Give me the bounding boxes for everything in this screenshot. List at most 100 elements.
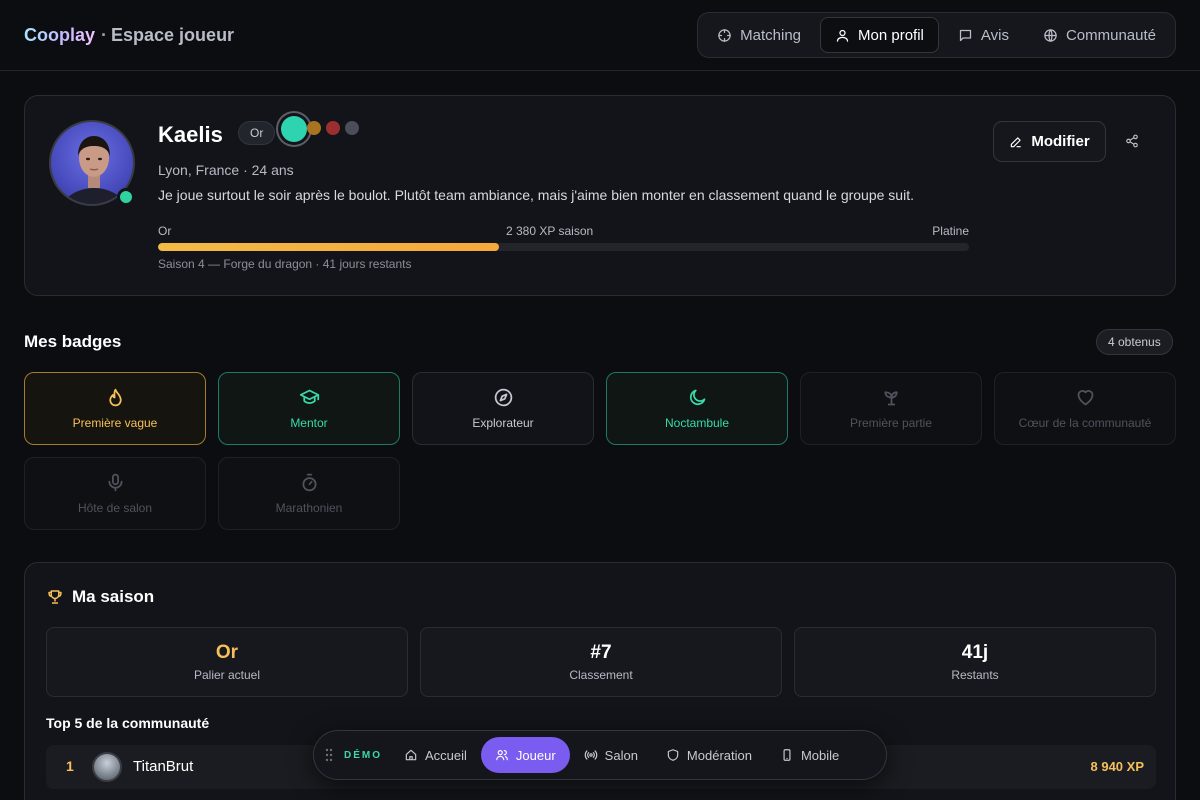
nav-avis[interactable]: Avis (943, 17, 1024, 53)
stat-card-rank: #7 Classement (420, 627, 782, 697)
leader-rank: 1 (66, 758, 74, 774)
badge-label: Explorateur (472, 416, 534, 430)
stopwatch-icon (299, 472, 320, 493)
microphone-icon (105, 472, 126, 493)
badges-count: 4 obtenus (1096, 329, 1173, 355)
users-icon (495, 748, 509, 762)
share-button[interactable] (1122, 131, 1142, 151)
moon-icon (687, 387, 708, 408)
nav-matching[interactable]: Matching (702, 17, 816, 53)
broadcast-icon (584, 748, 598, 762)
stat-card-tier: Or Palier actuel (46, 627, 408, 697)
color-swatch-bronze[interactable] (307, 121, 321, 135)
dock-item-label: Accueil (425, 747, 467, 763)
nav-communaute-label: Communauté (1065, 26, 1156, 44)
xp-labels: Or 2 380 XP saison Platine (158, 224, 969, 240)
dock-item-label: Mobile (800, 747, 840, 763)
badge-label: Hôte de salon (77, 501, 153, 515)
badge-premiere-partie[interactable]: Première partie (800, 372, 982, 445)
nav-mon-profil-label: Mon profil (858, 26, 924, 44)
badge-marathonien[interactable]: Marathonien (218, 457, 400, 530)
xp-progress-fill (158, 243, 499, 251)
profile-bio: Je joue surtout le soir après le boulot.… (158, 187, 914, 203)
stat-value: #7 (590, 642, 612, 663)
badge-label: Première vague (72, 416, 158, 430)
stat-label: Classement (569, 668, 633, 682)
profile-name: Kaelis (158, 122, 223, 147)
xp-amount: 2 380 XP saison (506, 224, 594, 238)
leader-xp: 8 940 XP (1090, 759, 1145, 774)
badges-title: Mes badges (24, 332, 122, 351)
demo-dock: DÉMO Accueil Joueur Salon Modération Mob… (313, 730, 887, 780)
season-title: Ma saison (46, 587, 154, 607)
badge-explorateur[interactable]: Explorateur (412, 372, 594, 445)
heart-icon (1075, 387, 1096, 408)
stat-value: 41j (961, 642, 989, 663)
flame-icon (105, 387, 126, 408)
app-header: Cooplay · Espace joueur Matching Mon pro… (0, 0, 1200, 71)
badge-hote-salon[interactable]: Hôte de salon (24, 457, 206, 530)
trophy-icon (46, 588, 64, 606)
dock-item-salon[interactable]: Salon (570, 737, 652, 773)
compass-icon (493, 387, 514, 408)
xp-progress-bar (158, 243, 969, 251)
dock-item-label: Salon (604, 747, 638, 763)
pencil-icon (1009, 135, 1023, 149)
drag-handle-icon[interactable] (324, 748, 334, 762)
nav-mon-profil[interactable]: Mon profil (820, 17, 939, 53)
stat-label: Restants (951, 668, 999, 682)
brand[interactable]: Cooplay · Espace joueur (24, 25, 234, 46)
color-swatch-slate[interactable] (345, 121, 359, 135)
badge-mentor[interactable]: Mentor (218, 372, 400, 445)
brand-subtitle: Espace joueur (111, 24, 235, 45)
nav-matching-label: Matching (740, 26, 802, 44)
nav-communaute[interactable]: Communauté (1028, 17, 1171, 53)
badge-noctambule[interactable]: Noctambule (606, 372, 788, 445)
season-title-label: Ma saison (72, 587, 155, 606)
dock-item-mobile[interactable]: Mobile (766, 737, 853, 773)
badge-premiere-vague[interactable]: Première vague (24, 372, 206, 445)
badge-coeur-communaute[interactable]: Cœur de la communauté (994, 372, 1176, 445)
dock-item-accueil[interactable]: Accueil (390, 737, 481, 773)
nav-avis-label: Avis (980, 26, 1009, 44)
dock-label: DÉMO (344, 749, 382, 761)
shield-icon (666, 748, 680, 762)
color-swatch-red[interactable] (326, 121, 340, 135)
color-swatch-teal[interactable] (281, 116, 307, 142)
stat-card-remaining: 41j Restants (794, 627, 1156, 697)
graduation-cap-icon (299, 387, 320, 408)
globe-icon (1043, 28, 1058, 43)
sprout-icon (881, 387, 902, 408)
badge-label: Marathonien (275, 501, 343, 515)
tier-badge: Or (238, 121, 276, 145)
badge-label: Mentor (290, 416, 328, 430)
top5-title: Top 5 de la communauté (46, 715, 210, 731)
dock-item-moderation[interactable]: Modération (652, 737, 766, 773)
stat-label: Palier actuel (193, 668, 261, 682)
edit-profile-button[interactable]: Modifier (993, 121, 1106, 162)
dock-item-joueur[interactable]: Joueur (480, 737, 570, 773)
top-nav: Matching Mon profil Avis Communauté (697, 12, 1176, 58)
badge-label: Cœur de la communauté (1018, 416, 1152, 430)
stat-value: Or (215, 642, 239, 663)
crosshair-icon (717, 28, 732, 43)
smartphone-icon (780, 748, 794, 762)
xp-next-tier: Platine (932, 224, 969, 238)
profile-card: Kaelis Or Lyon, France · 24 ans Je joue … (24, 95, 1176, 296)
badge-label: Noctambule (664, 416, 730, 430)
edit-profile-label: Modifier (1031, 133, 1090, 150)
home-icon (404, 748, 418, 762)
xp-current-tier: Or (158, 224, 172, 238)
profile-location: Lyon, France · 24 ans (158, 162, 294, 178)
share-icon (1125, 134, 1139, 148)
message-icon (958, 28, 973, 43)
brand-separator: · (101, 24, 108, 45)
online-status-indicator (117, 188, 135, 206)
user-icon (835, 28, 850, 43)
dock-item-label: Joueur (515, 747, 556, 763)
dock-item-label: Modération (686, 747, 752, 763)
leader-avatar (92, 752, 122, 782)
brand-name: Cooplay (24, 24, 96, 45)
leader-name: TitanBrut (133, 758, 194, 775)
season-info: Saison 4 — Forge du dragon · 41 jours re… (158, 257, 412, 271)
